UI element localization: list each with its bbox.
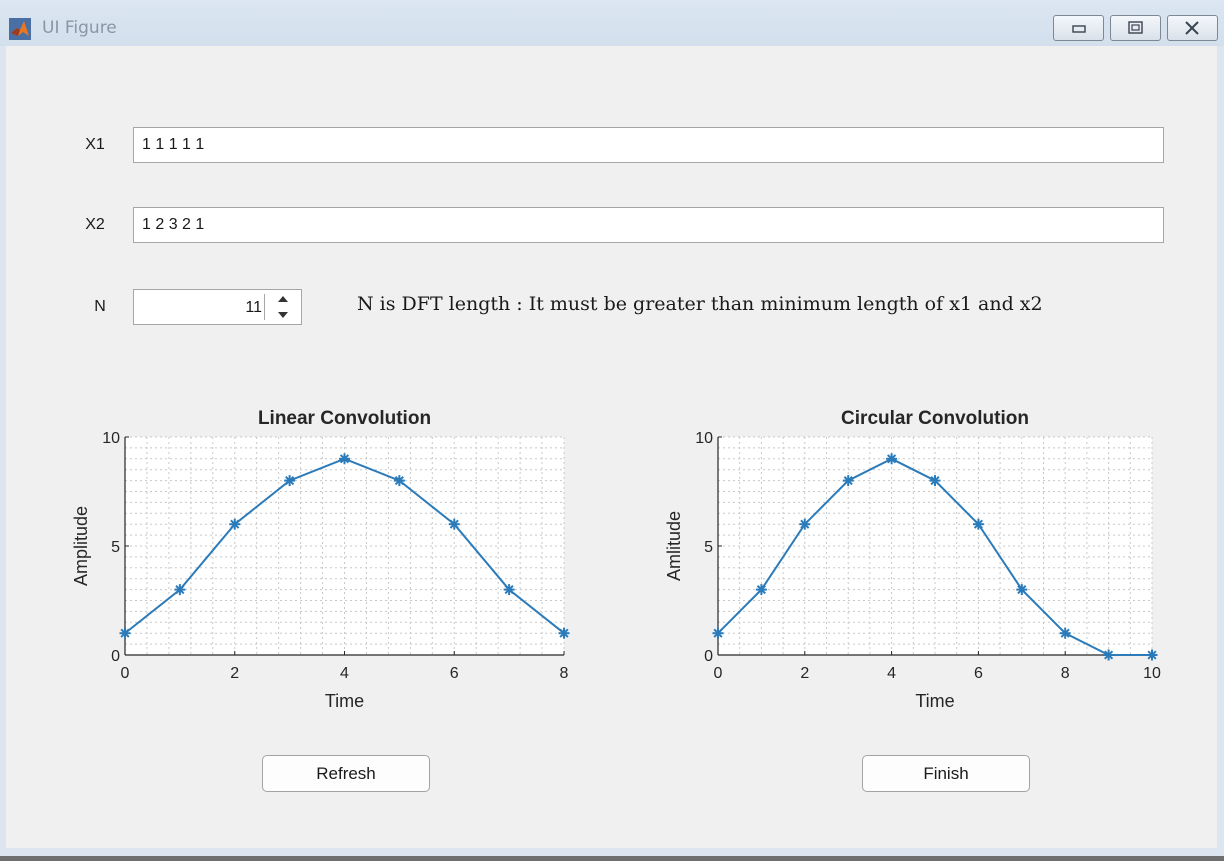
- maximize-button[interactable]: [1110, 15, 1161, 41]
- spinner-down-icon[interactable]: [266, 308, 300, 324]
- n-spinner[interactable]: 11: [133, 289, 302, 325]
- matlab-icon: [9, 18, 31, 40]
- finish-button[interactable]: Finish: [862, 755, 1030, 792]
- minimize-button[interactable]: [1053, 15, 1104, 41]
- n-label: N: [94, 298, 106, 315]
- x1-label: X1: [85, 136, 105, 153]
- x2-label: X2: [85, 216, 105, 233]
- dft-length-note: N is DFT length : It must be greater tha…: [357, 293, 1043, 315]
- title-bar: UI Figure: [0, 0, 1224, 46]
- x2-input[interactable]: [133, 207, 1164, 243]
- spinner-up-icon[interactable]: [266, 291, 300, 307]
- window-bottom-border: [0, 856, 1224, 861]
- n-value[interactable]: 11: [134, 290, 262, 324]
- close-button[interactable]: [1167, 15, 1218, 41]
- x1-input[interactable]: [133, 127, 1164, 163]
- refresh-button[interactable]: Refresh: [262, 755, 430, 792]
- maximize-icon: [1128, 21, 1143, 34]
- figure-client-area: [6, 46, 1217, 848]
- minimize-icon: [1072, 25, 1086, 33]
- close-icon: [1185, 21, 1199, 35]
- window-title: UI Figure: [42, 18, 117, 38]
- spinner-divider: [264, 294, 265, 320]
